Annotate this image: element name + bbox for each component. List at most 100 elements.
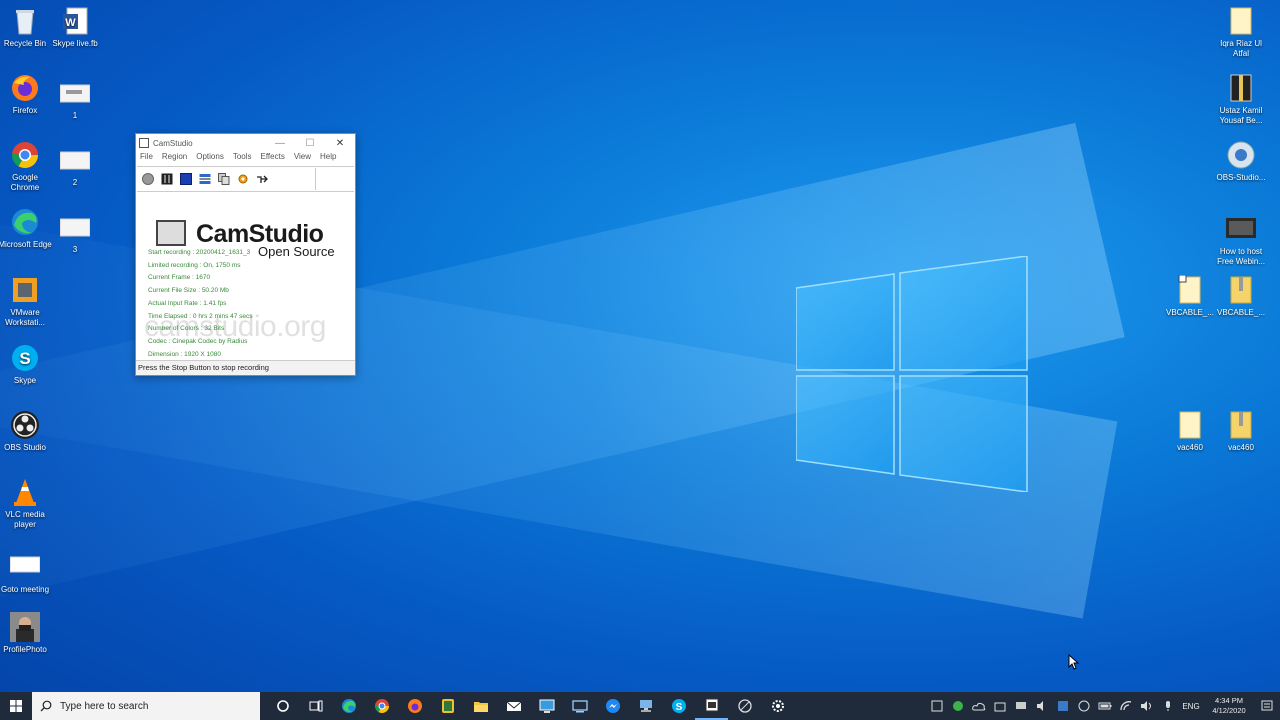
language-indicator[interactable]: ENG (1178, 702, 1204, 711)
menu-effects[interactable]: Effects (261, 152, 285, 166)
pause-icon[interactable] (161, 173, 173, 185)
skype-icon[interactable]: S (662, 692, 695, 720)
tray-globe-icon[interactable] (1073, 692, 1094, 720)
desktop-icon-chrome[interactable]: Google Chrome (0, 140, 52, 193)
desktop-icon-vac460-1[interactable]: vac460 (1163, 410, 1217, 453)
desktop-icon-ustaz-kamil[interactable]: Ustaz Kamil Yousaf Be... (1214, 73, 1268, 126)
stat-dimension: Dimension : 1920 X 1080 (148, 350, 221, 358)
volume-icon[interactable] (1136, 692, 1157, 720)
desktop-icon-vmware[interactable]: VMware Workstati... (0, 275, 52, 328)
search-placeholder: Type here to search (60, 700, 149, 712)
window-title: CamStudio (153, 138, 193, 148)
battery-icon[interactable] (1094, 692, 1115, 720)
desktop-icon-goto-meeting[interactable]: Goto meeting (0, 552, 52, 595)
taskbar-search-box[interactable]: Type here to search (32, 692, 260, 720)
vlc-icon (10, 477, 40, 507)
desktop-icon-iqra-folder[interactable]: Iqra Riaz Ul Atfal (1214, 6, 1268, 59)
minimize-icon[interactable]: — (265, 138, 295, 149)
onedrive-icon[interactable] (968, 692, 989, 720)
cortana-icon[interactable] (266, 692, 299, 720)
desktop-icon-skype-live[interactable]: W Skype live.fb (48, 6, 102, 49)
stat-input-rate: Actual Input Rate : 1.41 fps (148, 299, 227, 307)
logo-subtitle: Open Source (258, 244, 335, 259)
options-icon[interactable] (237, 173, 249, 185)
recording-stats: Start recording : 20200412_1631_3 Limite… (148, 247, 253, 361)
stat-current-frame: Current Frame : 1670 (148, 274, 211, 282)
mail-icon[interactable] (497, 692, 530, 720)
desktop-icon-how-to-host[interactable]: How to host Free Webin... (1214, 214, 1268, 267)
connect-icon[interactable] (563, 692, 596, 720)
desktop-icon-file-2[interactable]: 2 (48, 145, 102, 188)
camstudio-logo-icon (156, 220, 186, 246)
record-icon[interactable] (142, 173, 154, 185)
app-icon (139, 138, 149, 148)
wifi-icon[interactable] (1115, 692, 1136, 720)
tray-blue-icon[interactable] (1052, 692, 1073, 720)
task-view-icon[interactable] (299, 692, 332, 720)
stop-icon[interactable] (180, 173, 192, 185)
desktop-icon-vac460-2[interactable]: vac460 (1214, 410, 1268, 453)
edge-icon (10, 207, 40, 237)
menu-help[interactable]: Help (320, 152, 336, 166)
installer-icon (1226, 140, 1256, 170)
region-icon[interactable] (199, 173, 211, 185)
notification-center-icon[interactable] (1254, 700, 1280, 712)
goto-meeting-icon (9, 552, 41, 582)
clock[interactable]: 4:34 PM 4/12/2020 (1204, 696, 1254, 716)
messenger-icon[interactable] (596, 692, 629, 720)
remote-desktop-icon[interactable] (530, 692, 563, 720)
stat-file-size: Current File Size : 50.20 Mb (148, 287, 229, 295)
desktop-icon-obs[interactable]: OBS Studio (0, 410, 52, 453)
tray-app-icon[interactable] (926, 692, 947, 720)
tray-display-icon[interactable] (1010, 692, 1031, 720)
desktop-icon-vbcable-1[interactable]: VBCABLE_... (1163, 274, 1217, 318)
speaker-tray-icon[interactable] (1031, 692, 1052, 720)
menu-options[interactable]: Options (196, 152, 224, 166)
recycle-bin-icon (10, 6, 40, 36)
stat-codec: Codec : Cinepak Codec by Radius (148, 337, 248, 345)
image-file-icon (59, 145, 91, 175)
desktop-icon-obs-installer[interactable]: OBS-Studio... (1214, 140, 1268, 183)
stat-colors: Number of Colors : 32 Bits (148, 325, 225, 333)
svg-text:S: S (19, 349, 30, 368)
image-file-icon (59, 78, 91, 108)
edge-icon[interactable] (332, 692, 365, 720)
menu-view[interactable]: View (294, 152, 311, 166)
minimize-to-tray-icon[interactable] (256, 173, 268, 185)
desktop-icon-firefox[interactable]: Firefox (0, 73, 52, 116)
maximize-icon[interactable]: ☐ (295, 138, 325, 149)
close-icon[interactable]: ✕ (325, 138, 355, 149)
desktop-icon-profile-photo[interactable]: ProfilePhoto (0, 612, 52, 655)
taskbar-pinned-apps: S (266, 692, 794, 720)
search-icon (40, 700, 52, 712)
network-icon[interactable] (629, 692, 662, 720)
vmware-icon (10, 275, 40, 305)
camstudio-icon[interactable] (695, 692, 728, 720)
copy-icon[interactable] (218, 173, 230, 185)
menu-region[interactable]: Region (162, 152, 187, 166)
menu-file[interactable]: File (140, 152, 153, 166)
menu-tools[interactable]: Tools (233, 152, 252, 166)
system-tray: ENG 4:34 PM 4/12/2020 (926, 692, 1280, 720)
desktop-icon-file-3[interactable]: 3 (48, 212, 102, 255)
window-titlebar[interactable]: CamStudio — ☐ ✕ (136, 134, 355, 152)
firefox-icon[interactable] (398, 692, 431, 720)
zip-folder-icon (1226, 73, 1256, 103)
chrome-icon[interactable] (365, 692, 398, 720)
camstudio-window[interactable]: CamStudio — ☐ ✕ File Region Options Tool… (135, 133, 356, 376)
microphone-icon[interactable] (1157, 692, 1178, 720)
settings-icon[interactable] (761, 692, 794, 720)
start-button[interactable] (0, 692, 32, 720)
desktop-icon-edge[interactable]: Microsoft Edge (0, 207, 52, 250)
tray-box-icon[interactable] (989, 692, 1010, 720)
desktop-icon-vbcable-2[interactable]: VBCABLE_... (1214, 275, 1268, 318)
file-explorer-icon[interactable] (464, 692, 497, 720)
tray-green-icon[interactable] (947, 692, 968, 720)
chrome-icon (10, 140, 40, 170)
desktop-icon-file-1[interactable]: 1 (48, 78, 102, 121)
desktop-icon-skype[interactable]: S Skype (0, 343, 52, 386)
desktop-icon-vlc[interactable]: VLC media player (0, 477, 52, 530)
notes-icon[interactable] (431, 692, 464, 720)
snip-icon[interactable] (728, 692, 761, 720)
desktop-icon-recycle-bin[interactable]: Recycle Bin (0, 6, 52, 49)
